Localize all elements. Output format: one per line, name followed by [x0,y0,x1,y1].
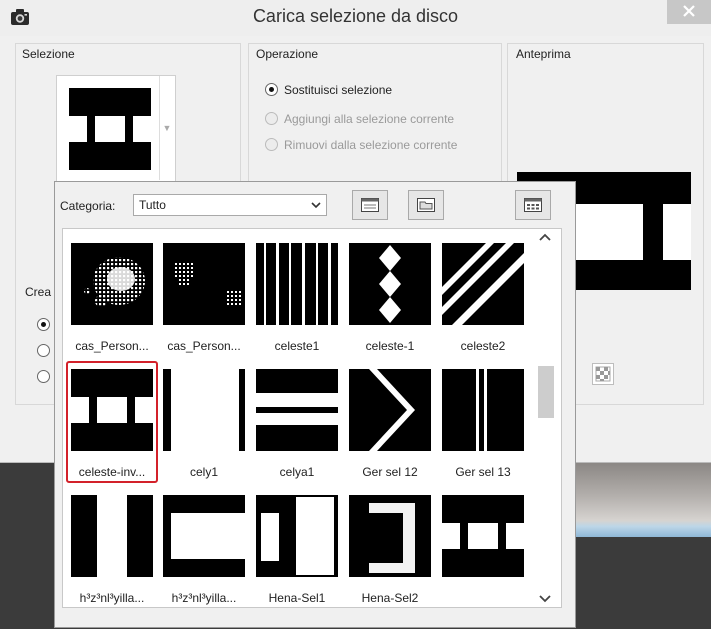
category-select[interactable]: Tutto [133,194,327,216]
thumbnail-dropdown-arrow[interactable]: ▼ [159,76,174,180]
background-photo [575,462,711,537]
grid-view-button[interactable] [515,190,551,220]
thumbnail-unnamed[interactable] [442,495,524,577]
dialog-title: Carica selezione da disco [252,6,459,26]
create-group-label: Crea [25,285,52,299]
thumbnail-label: celeste-1 [365,339,415,353]
create-option-radio-3[interactable] [37,370,50,383]
thumbnail-label: cas_Person... [167,339,241,353]
thumbnail-label: celya1 [279,465,315,479]
scroll-down-button[interactable] [537,590,553,606]
thumbnail-label: cely1 [189,465,218,479]
add-selection-radio[interactable] [265,112,278,125]
grid-view-icon [524,198,542,212]
transparency-toggle-icon[interactable] [592,363,614,385]
open-folder-button[interactable] [408,190,444,220]
thumbnail-label: Ger sel 13 [455,465,511,479]
thumbnail-hena-sel2[interactable] [349,495,431,577]
folder-icon [417,198,435,212]
thumbnail-label: Hena-Sel1 [268,591,326,605]
thumbnail-label: celeste1 [274,339,320,353]
thumbnail-label: h³z³nl³yilla... [79,591,145,605]
create-option-radio-2[interactable] [37,344,50,357]
replace-selection-label: Sostituisci selezione [284,83,393,97]
chevron-down-icon [539,595,551,603]
thumbnail-label: cas_Person... [75,339,149,353]
thumbnail-label: h³z³nl³yilla... [171,591,237,605]
close-button[interactable] [667,0,711,24]
view-options-button[interactable] [352,190,388,220]
selection-group-label: Selezione [22,47,75,61]
thumbnail-label: Hena-Sel2 [361,591,419,605]
selection-thumbnail-picker[interactable] [56,75,176,183]
preview-group-label: Anteprima [516,47,571,61]
thumbnail-cas-person-1[interactable] [71,243,153,325]
chevron-up-icon [539,233,551,241]
add-selection-label: Aggiungi alla selezione corrente [284,112,455,126]
thumbnail-hena-sel1[interactable] [256,495,338,577]
window-list-icon [361,198,379,212]
scrollbar-thumb[interactable] [538,366,554,418]
thumbnail-celya1[interactable] [256,369,338,451]
thumbnail-cely1[interactable] [163,369,245,451]
selected-thumbnail-highlight [66,361,158,483]
operation-group-label: Operazione [256,47,319,61]
thumbnail-celeste1[interactable] [256,243,338,325]
replace-selection-radio[interactable] [265,83,278,96]
thumbnail-ger-sel-12[interactable] [349,369,431,451]
close-icon [683,5,695,17]
thumbnail-ger-sel-13[interactable] [442,369,524,451]
scroll-up-button[interactable] [537,230,553,246]
thumbnail-celeste2[interactable] [442,243,524,325]
category-value: Tutto [139,198,166,212]
create-option-radio-1[interactable] [37,318,50,331]
thumbnail-h3z3nl3yilla-2[interactable] [163,495,245,577]
thumbnail-label: celeste2 [460,339,506,353]
thumbnail-celeste-1[interactable] [349,243,431,325]
category-label: Categoria: [60,199,116,213]
chevron-down-icon [311,202,321,209]
thumbnail-h3z3nl3yilla-1[interactable] [71,495,153,577]
remove-selection-radio[interactable] [265,138,278,151]
thumbnail-cas-person-2[interactable] [163,243,245,325]
remove-selection-label: Rimuovi dalla selezione corrente [284,138,458,152]
thumbnail-label: Ger sel 12 [362,465,418,479]
